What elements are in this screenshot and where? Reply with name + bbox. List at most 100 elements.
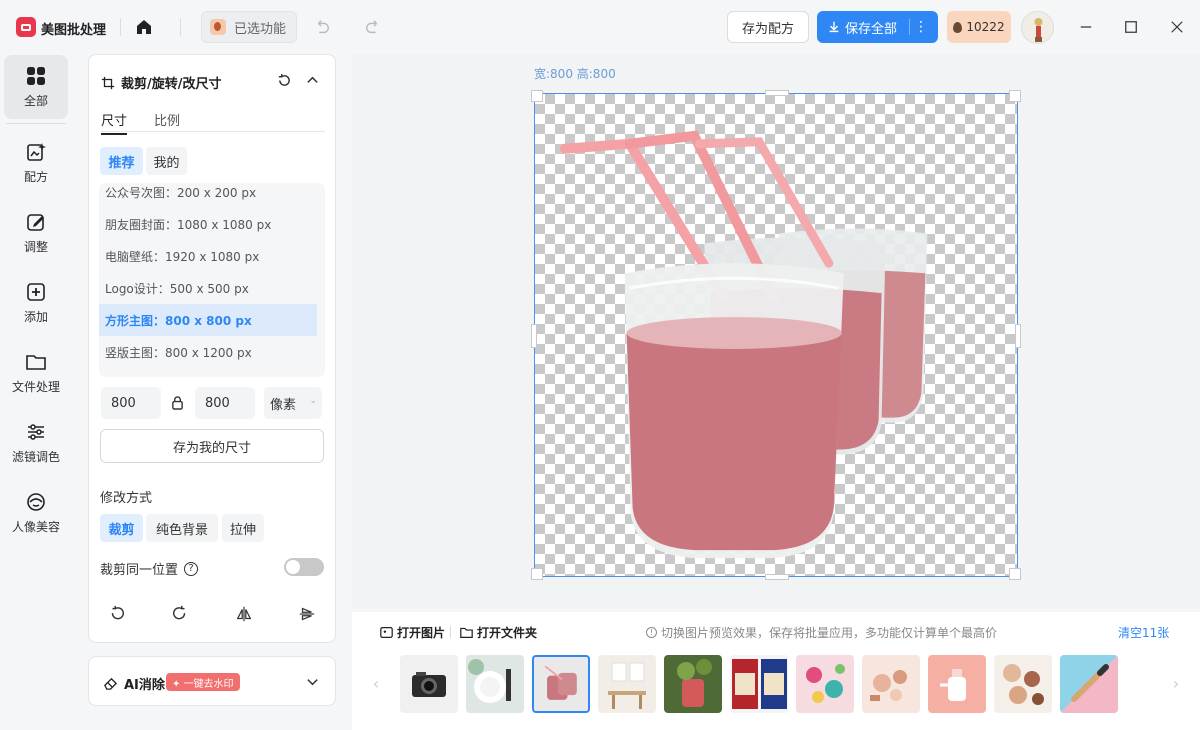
help-icon[interactable]: ? <box>184 561 199 576</box>
scroll-right-icon[interactable]: › <box>1165 672 1187 694</box>
reset-icon[interactable] <box>277 73 292 92</box>
save-all-button[interactable]: 保存全部 ⋮ <box>817 11 938 43</box>
ai-remove-panel[interactable]: AI消除 ✦ 一键去水印 <box>88 656 336 706</box>
rail-item-add[interactable]: 添加 <box>4 271 68 335</box>
thumbnail[interactable] <box>730 655 788 713</box>
list-item[interactable]: Logo设计：500 x 500 px <box>99 272 317 304</box>
resize-handle[interactable] <box>1009 568 1021 580</box>
thumbnail[interactable] <box>1060 655 1118 713</box>
height-input[interactable]: 800 <box>195 387 255 419</box>
thumbnail[interactable] <box>598 655 656 713</box>
preview-hint: ! 切换图片预览效果，保存将批量应用，多功能仅计算单个最高价 <box>646 624 997 641</box>
filmstrip: 打开图片 打开文件夹 ! 切换图片预览效果，保存将批量应用，多功能仅计算单个最高… <box>352 612 1200 730</box>
mode-stretch[interactable]: 拉伸 <box>222 514 264 542</box>
list-item[interactable]: 竖版主图：800 x 1200 px <box>99 336 317 368</box>
chevron-down-icon: ⌄ <box>309 396 317 406</box>
same-position-toggle[interactable] <box>284 558 324 576</box>
thumbnail[interactable] <box>664 655 722 713</box>
width-input[interactable]: 800 <box>101 387 161 419</box>
thumbnail[interactable] <box>862 655 920 713</box>
crop-canvas[interactable] <box>531 90 1021 580</box>
avatar[interactable] <box>1021 11 1054 44</box>
chip-mine[interactable]: 我的 <box>146 147 187 175</box>
redo-icon[interactable] <box>362 16 384 38</box>
rail-label: 调整 <box>23 240 48 254</box>
mode-solid-background[interactable]: 纯色背景 <box>146 514 218 542</box>
grid-icon <box>27 67 45 85</box>
thumbnail[interactable] <box>400 655 458 713</box>
rotate-left-icon[interactable] <box>108 605 128 625</box>
credits-count: 10222 <box>966 20 1005 34</box>
app-name: 美图批处理 <box>41 23 107 38</box>
rail-item-filter[interactable]: 滤镜调色 <box>4 411 68 475</box>
rotate-right-icon[interactable] <box>171 605 191 625</box>
credits-badge[interactable]: 10222 <box>947 11 1011 43</box>
folder-icon <box>460 627 473 638</box>
clear-all-link[interactable]: 清空11张 <box>1118 624 1169 641</box>
thumbnail-selected[interactable] <box>532 655 590 713</box>
rail-item-recipe[interactable]: 配方 <box>4 131 68 195</box>
list-item[interactable]: 电脑壁纸：1920 x 1080 px <box>99 240 317 272</box>
modify-mode-label: 修改方式 <box>100 491 153 506</box>
selected-features-button[interactable]: 已选功能 <box>201 11 297 43</box>
chip-recommended[interactable]: 推荐 <box>100 147 143 175</box>
rail-item-adjust[interactable]: 调整 <box>4 201 68 265</box>
minimize-icon[interactable] <box>1075 16 1097 38</box>
image-icon <box>380 627 393 638</box>
rail-label: 全部 <box>23 94 48 108</box>
resize-handle[interactable] <box>1009 90 1021 102</box>
eraser-icon <box>104 677 118 690</box>
thumbnail[interactable] <box>994 655 1052 713</box>
scroll-left-icon[interactable]: ‹ <box>365 672 387 694</box>
rail-item-file[interactable]: 文件处理 <box>4 341 68 405</box>
save-preset-button[interactable]: 存为配方 <box>727 11 809 43</box>
recipe-icon <box>27 143 46 161</box>
flip-horizontal-icon[interactable] <box>235 605 255 625</box>
close-icon[interactable] <box>1166 16 1188 38</box>
tab-size[interactable]: 尺寸 <box>101 110 128 135</box>
maximize-icon[interactable] <box>1120 16 1142 38</box>
panel-title: 裁剪/旋转/改尺寸 <box>121 77 222 92</box>
rail-item-all[interactable]: 全部 <box>4 55 68 119</box>
thumbnail[interactable] <box>928 655 986 713</box>
unit-select[interactable]: 像素 ⌄ <box>264 387 322 419</box>
hint-text: 切换图片预览效果，保存将批量应用，多功能仅计算单个最高价 <box>661 626 998 640</box>
thumbnail[interactable] <box>796 655 854 713</box>
resize-handle[interactable] <box>531 324 537 348</box>
list-item[interactable]: 朋友圈封面：1080 x 1080 px <box>99 208 317 240</box>
sliders-icon <box>28 424 44 440</box>
resize-handle[interactable] <box>1015 324 1021 348</box>
canvas-dimensions: 宽:800 高:800 <box>534 67 616 81</box>
resize-handle[interactable] <box>531 90 543 102</box>
bean-icon <box>953 21 963 33</box>
list-item[interactable]: 公众号次图：200 x 200 px <box>99 183 317 208</box>
rail-label: 人像美容 <box>11 520 60 534</box>
resize-handle[interactable] <box>531 568 543 580</box>
chevron-down-icon[interactable] <box>305 674 320 693</box>
resize-handle[interactable] <box>765 90 789 96</box>
watermark-badge: ✦ 一键去水印 <box>166 673 240 691</box>
save-all-label: 保存全部 <box>845 21 898 37</box>
divider <box>6 123 66 124</box>
open-image-label: 打开图片 <box>397 626 446 640</box>
open-folder-button[interactable]: 打开文件夹 <box>460 624 537 641</box>
thumbnail[interactable] <box>466 655 524 713</box>
flip-vertical-icon[interactable] <box>298 605 318 625</box>
save-my-size-button[interactable]: 存为我的尺寸 <box>100 429 324 463</box>
tab-ratio[interactable]: 比例 <box>154 110 180 129</box>
collapse-icon[interactable] <box>305 73 320 92</box>
mode-crop[interactable]: 裁剪 <box>100 514 143 542</box>
resize-handle[interactable] <box>765 574 789 580</box>
open-image-button[interactable]: 打开图片 <box>380 624 445 641</box>
open-folder-label: 打开文件夹 <box>477 626 538 640</box>
more-options-icon[interactable]: ⋮ <box>914 19 928 35</box>
divider <box>180 18 181 36</box>
lock-icon[interactable] <box>171 395 184 414</box>
rail-label: 配方 <box>23 170 48 184</box>
home-icon[interactable] <box>134 17 154 37</box>
folder-icon <box>26 355 46 370</box>
list-item-selected[interactable]: 方形主图：800 x 800 px <box>99 304 317 336</box>
undo-icon[interactable] <box>311 16 333 38</box>
panel-header: 裁剪/旋转/改尺寸 <box>101 73 222 92</box>
rail-item-portrait[interactable]: 人像美容 <box>4 481 68 545</box>
